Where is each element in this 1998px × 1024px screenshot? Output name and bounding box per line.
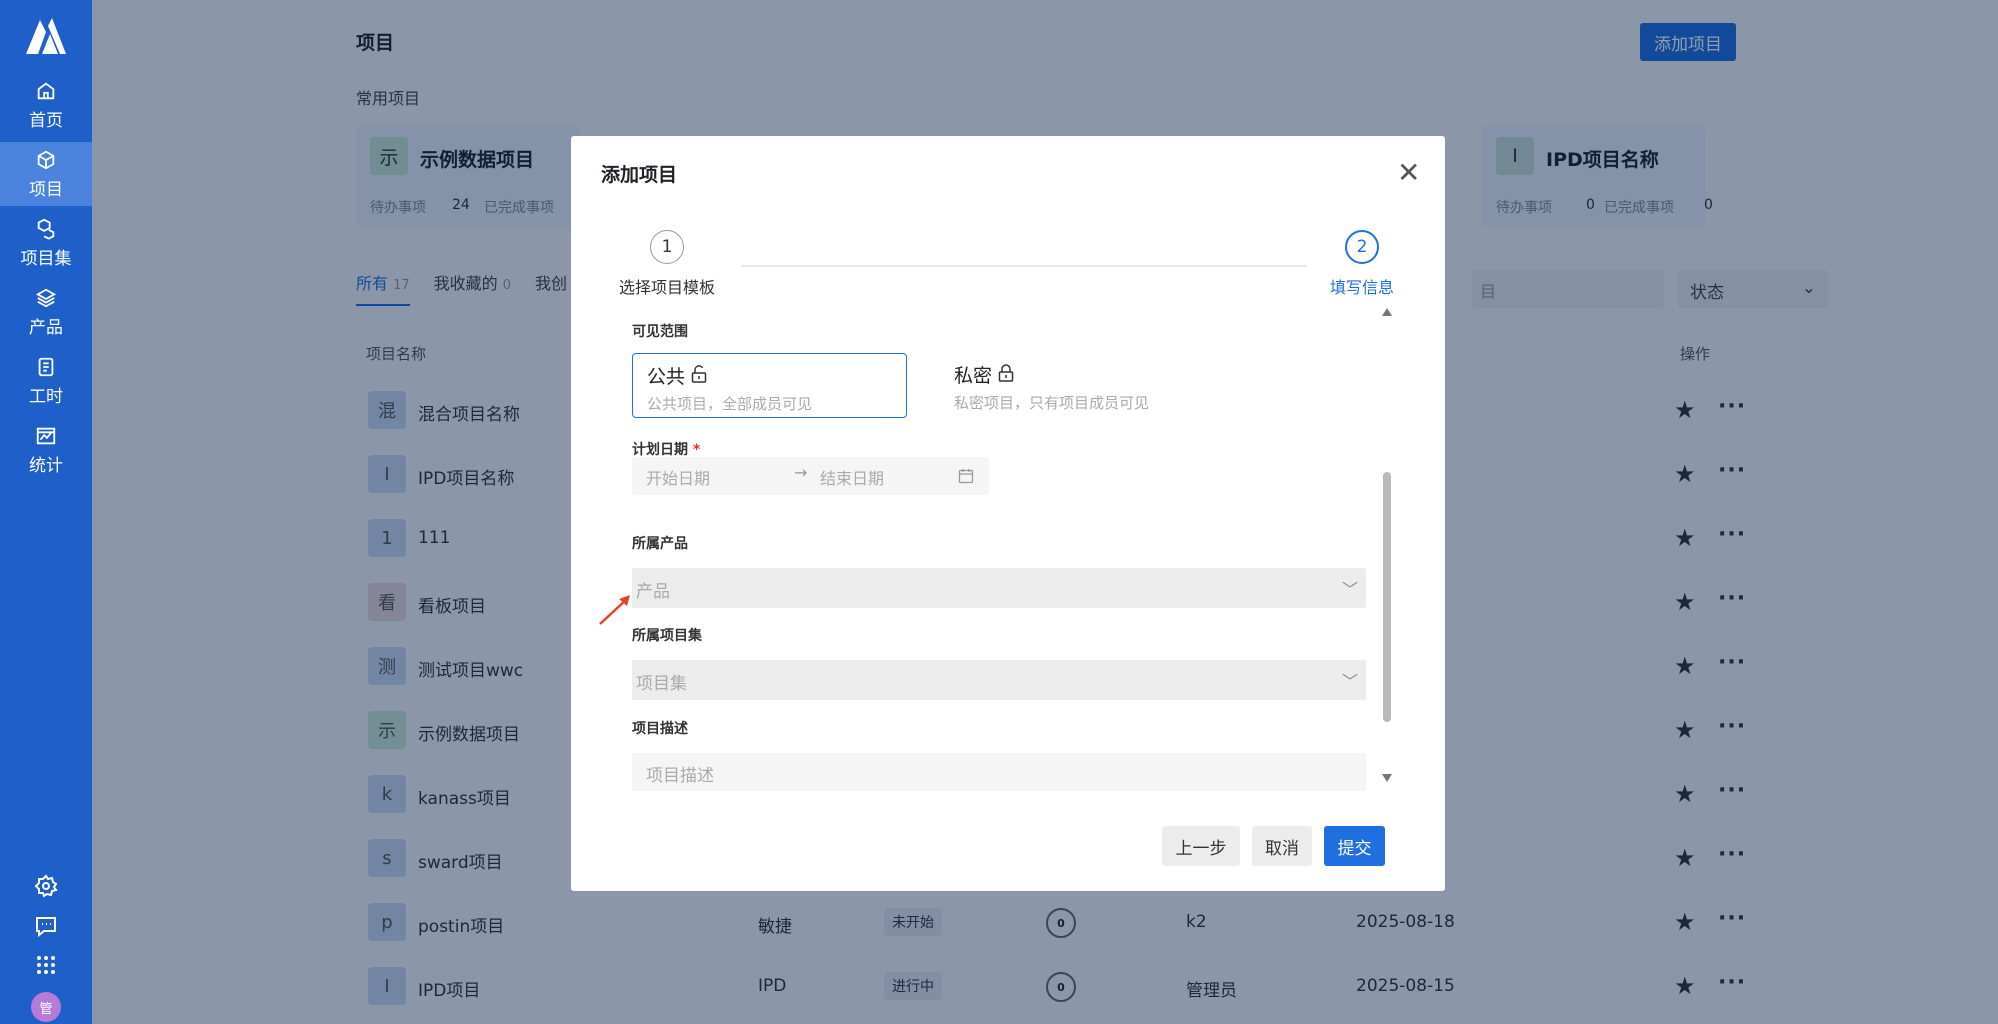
nav-home[interactable]: 首页 — [0, 73, 92, 137]
project-set-label: 所属项目集 — [632, 628, 702, 644]
message-button[interactable] — [0, 914, 92, 938]
product-label: 所属产品 — [632, 536, 688, 552]
scroll-down-icon[interactable] — [1382, 774, 1392, 782]
nav-project-sets[interactable]: 项目集 — [0, 211, 92, 275]
step-2-label: 填写信息 — [1330, 278, 1395, 297]
chevron-down-icon: ﹀ — [1341, 580, 1358, 599]
start-date-input[interactable]: 开始日期 — [646, 465, 710, 489]
app-logo[interactable] — [24, 16, 68, 56]
prev-step-button[interactable]: 上一步 — [1162, 826, 1240, 866]
home-icon — [37, 82, 55, 99]
avatar: 管 — [31, 992, 61, 1022]
visibility-private-option[interactable]: 私密 私密项目，只有项目成员可见 — [940, 353, 1215, 418]
nav-projects[interactable]: 项目 — [0, 142, 92, 206]
date-label: 计划日期 * — [632, 439, 700, 459]
required-marker: * — [692, 442, 701, 458]
add-project-dialog: 添加项目 ✕ 1 选择项目模板 2 填写信息 可见范围 公共 公共项目，全部成员… — [571, 136, 1445, 891]
visibility-label: 可见范围 — [632, 324, 688, 340]
unlock-icon — [691, 365, 707, 383]
nav-projects-label: 项目 — [29, 179, 63, 200]
close-icon[interactable]: ✕ — [1397, 156, 1420, 189]
chart-icon — [36, 427, 56, 444]
project-set-placeholder: 项目集 — [636, 674, 687, 694]
step-1-label: 选择项目模板 — [619, 278, 716, 297]
submit-button[interactable]: 提交 — [1324, 826, 1385, 866]
nav-worktime-label: 工时 — [29, 386, 63, 407]
cube-icon — [37, 150, 55, 169]
nav-products[interactable]: 产品 — [0, 280, 92, 344]
annotation-arrow-icon — [599, 595, 630, 625]
step-2[interactable]: 2 填写信息 — [1330, 230, 1394, 298]
scrollbar-thumb[interactable] — [1383, 472, 1391, 722]
layers-icon — [35, 288, 57, 307]
gear-icon — [34, 874, 58, 898]
public-desc: 公共项目，全部成员可见 — [647, 395, 813, 413]
product-select[interactable]: 产品 ﹀ — [632, 568, 1366, 608]
cube-stack-icon — [37, 218, 55, 240]
arrow-right-icon: → — [794, 463, 808, 482]
calendar-icon — [958, 469, 974, 484]
step-1[interactable]: 1 选择项目模板 — [619, 230, 715, 298]
public-title: 公共 — [647, 366, 686, 388]
description-label: 项目描述 — [632, 721, 688, 737]
clipboard-icon — [38, 357, 54, 376]
end-date-input[interactable]: 结束日期 — [820, 465, 884, 489]
date-range-picker[interactable]: 开始日期 → 结束日期 — [632, 457, 989, 495]
nav-home-label: 首页 — [29, 110, 63, 131]
chevron-down-icon: ﹀ — [1341, 672, 1358, 691]
description-input[interactable]: 项目描述 — [632, 753, 1366, 791]
apps-button[interactable] — [0, 954, 92, 976]
user-avatar-button[interactable]: 管 — [0, 992, 92, 1022]
nav-project-sets-label: 项目集 — [20, 248, 72, 269]
message-icon — [36, 917, 56, 938]
date-label-text: 计划日期 — [632, 442, 688, 458]
private-desc: 私密项目，只有项目成员可见 — [954, 394, 1150, 412]
dialog-title: 添加项目 — [601, 164, 678, 186]
nav-worktime[interactable]: 工时 — [0, 349, 92, 413]
form-scrollbar[interactable] — [1381, 308, 1393, 788]
project-form: 可见范围 公共 公共项目，全部成员可见 私密 私密项目，只有项目成员可见 计划日… — [632, 321, 1366, 791]
cancel-button[interactable]: 取消 — [1252, 826, 1312, 866]
nav-statistics-label: 统计 — [29, 455, 63, 476]
nav-products-label: 产品 — [29, 317, 63, 338]
grid-dots-icon — [37, 956, 55, 974]
product-placeholder: 产品 — [636, 582, 670, 602]
project-set-select[interactable]: 项目集 ﹀ — [632, 660, 1366, 700]
settings-button[interactable] — [0, 874, 92, 898]
lock-icon — [998, 364, 1014, 382]
private-title: 私密 — [954, 365, 993, 387]
step-connector — [741, 265, 1307, 267]
step-1-number: 1 — [650, 230, 684, 264]
nav-statistics[interactable]: 统计 — [0, 418, 92, 482]
visibility-public-option[interactable]: 公共 公共项目，全部成员可见 — [632, 353, 907, 418]
step-2-number: 2 — [1345, 230, 1379, 264]
scroll-up-icon[interactable] — [1382, 308, 1392, 316]
sidebar: 首页 项目 项目集 产品 工时 统计 管 — [0, 0, 92, 1024]
